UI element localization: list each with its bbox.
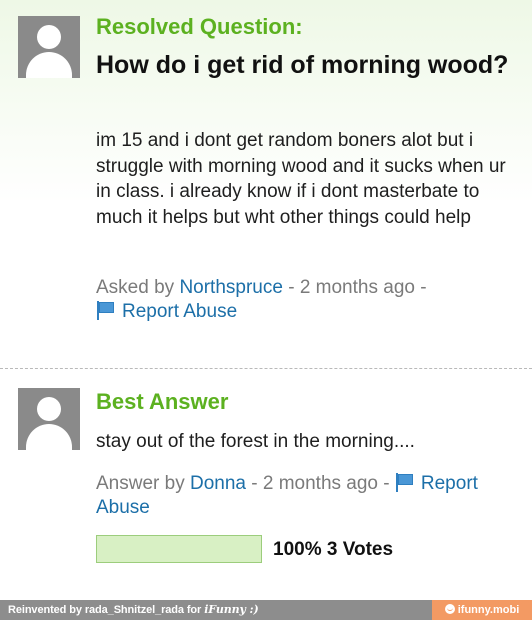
answer-meta: Answer by Donna - 2 months ago - Report … (96, 472, 516, 520)
answerer-avatar[interactable] (18, 388, 80, 450)
ifunny-badge-label: ifunny.mobi (457, 604, 520, 616)
footer-bar: Reinvented by rada_Shnitzel_rada for iFu… (0, 600, 532, 620)
smile-icon (444, 604, 455, 614)
user-silhouette-icon (37, 397, 61, 421)
user-silhouette-icon (37, 25, 61, 49)
footer-brand: iFunny :) (204, 603, 259, 616)
report-abuse-link[interactable]: Report Abuse (96, 301, 237, 322)
flag-icon (395, 473, 415, 492)
question-time: - 2 months ago - (282, 277, 427, 298)
footer-credit: Reinvented by rada_Shnitzel_rada for iFu… (8, 603, 259, 617)
question-meta: Asked by Northspruce - 2 months ago - Re… (96, 276, 516, 324)
asked-by-label: Asked by (96, 277, 175, 298)
section-divider (0, 368, 532, 369)
asker-avatar[interactable] (18, 16, 80, 78)
question-body: im 15 and i dont get random boners alot … (96, 130, 506, 228)
report-abuse-label: Report Abuse (122, 301, 238, 322)
vote-result: 100% 3 Votes (273, 539, 394, 560)
ifunny-badge[interactable]: ifunny.mobi (432, 600, 532, 620)
footer-credit-text: Reinvented by rada_Shnitzel_rada for (8, 604, 202, 616)
best-answer-heading: Best Answer (96, 389, 229, 414)
flag-icon (96, 301, 116, 320)
answerer-link[interactable]: Donna (190, 473, 246, 494)
answer-text: stay out of the forest in the morning...… (96, 431, 415, 452)
question-title: How do i get rid of morning wood? (96, 51, 509, 79)
answer-time: - 2 months ago - (245, 473, 390, 494)
vote-bar (96, 535, 262, 563)
asker-link[interactable]: Northspruce (179, 277, 283, 298)
answer-by-label: Answer by (96, 473, 185, 494)
resolved-question-label: Resolved Question: (96, 14, 303, 39)
